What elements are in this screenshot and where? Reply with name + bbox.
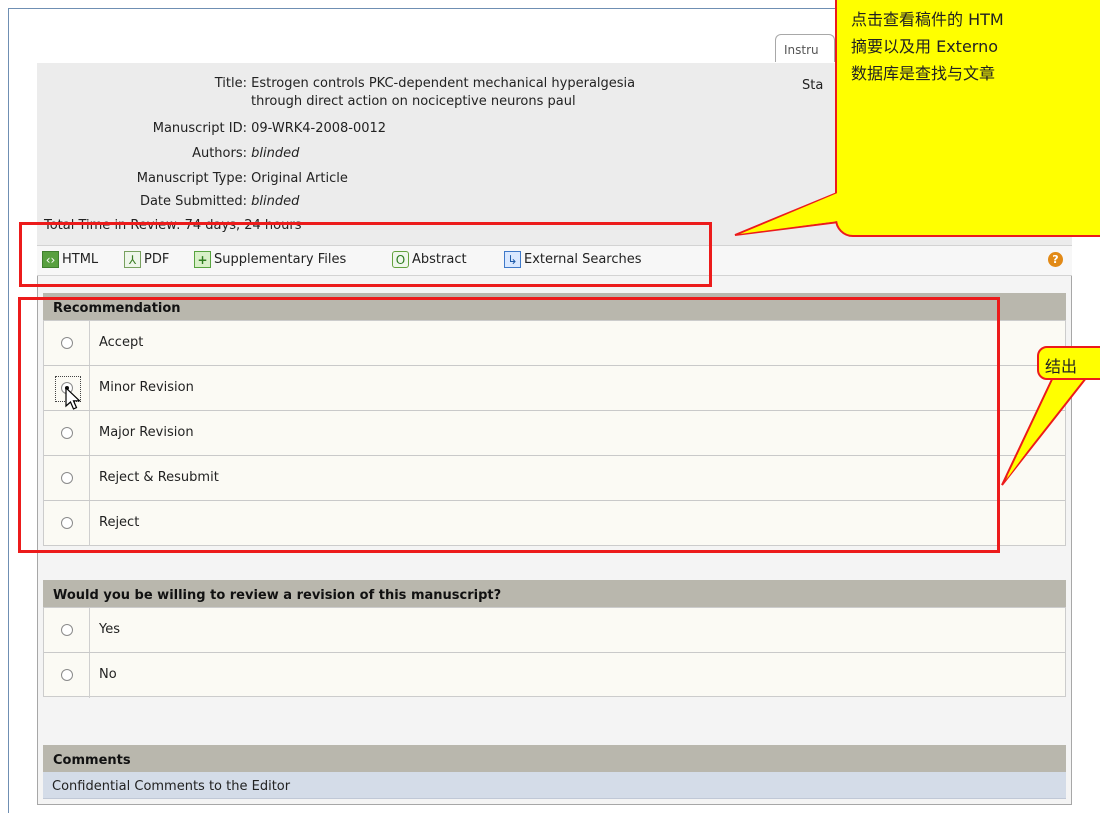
option-reject[interactable]: Reject xyxy=(44,501,1065,546)
title-label: Title: xyxy=(214,76,247,91)
option-no[interactable]: No xyxy=(44,653,1065,698)
option-label: Reject xyxy=(99,515,140,530)
title-value: Estrogen controls PKC-dependent mechanic… xyxy=(251,76,636,91)
option-reject-resubmit[interactable]: Reject & Resubmit xyxy=(44,456,1065,501)
radio-cell xyxy=(44,653,90,698)
option-label: Accept xyxy=(99,335,144,350)
manuscript-id-label: Manuscript ID: xyxy=(152,121,247,136)
pdf-icon: ⅄ xyxy=(124,251,141,268)
option-label: Reject & Resubmit xyxy=(99,470,219,485)
pdf-link[interactable]: ⅄ PDF xyxy=(124,251,169,268)
file-toolbar: ‹› HTML ⅄ PDF + Supplementary Files O Ab… xyxy=(37,245,1072,276)
manuscript-type-value: Original Article xyxy=(251,171,348,186)
radio-cell xyxy=(44,608,90,652)
radio-no[interactable] xyxy=(61,669,73,681)
radio-cell xyxy=(44,411,90,455)
authors-value: blinded xyxy=(251,146,300,161)
html-link-label: HTML xyxy=(62,252,99,267)
option-label: Yes xyxy=(99,622,120,637)
tab-instructions[interactable]: Instru xyxy=(775,34,835,62)
callout-line: 数据库是查找与文章 xyxy=(851,64,996,83)
radio-reject[interactable] xyxy=(61,517,73,529)
plus-icon: + xyxy=(194,251,211,268)
total-time-value: 74 days, 24 hours xyxy=(184,218,302,233)
radio-cell xyxy=(44,501,90,546)
radio-reject-resubmit[interactable] xyxy=(61,472,73,484)
total-time-row: Total Time in Review: 74 days, 24 hours xyxy=(44,218,301,233)
authors-label: Authors: xyxy=(192,146,247,161)
authors-row: Authors: blinded xyxy=(77,146,299,161)
willing-heading: Would you be willing to review a revisio… xyxy=(43,580,1066,607)
date-submitted-label: Date Submitted: xyxy=(139,194,247,209)
manuscript-id-row: Manuscript ID: 09-WRK4-2008-0012 xyxy=(77,121,386,136)
callout-line: 点击查看稿件的 HTM xyxy=(851,10,1004,29)
title-row-cont: through direct action on nociceptive neu… xyxy=(251,94,576,109)
status-label: Sta xyxy=(802,78,824,93)
abstract-link[interactable]: O Abstract xyxy=(392,251,467,268)
manuscript-type-row: Manuscript Type: Original Article xyxy=(77,171,348,186)
abstract-link-label: Abstract xyxy=(412,252,467,267)
radio-major-revision[interactable] xyxy=(61,427,73,439)
option-accept[interactable]: Accept xyxy=(44,321,1065,366)
external-searches-label: External Searches xyxy=(524,252,642,267)
callout-line: 摘要以及用 Externo xyxy=(851,37,999,56)
option-yes[interactable]: Yes xyxy=(44,608,1065,653)
recommendation-options: Accept Minor Revision Major Revision Rej… xyxy=(43,320,1066,546)
abstract-icon: O xyxy=(392,251,409,268)
html-icon: ‹› xyxy=(42,251,59,268)
manuscript-type-label: Manuscript Type: xyxy=(136,171,247,186)
supplementary-files-label: Supplementary Files xyxy=(214,252,347,267)
external-searches-link[interactable]: ↳ External Searches xyxy=(504,251,642,268)
annotation-callout-top: 点击查看稿件的 HTM 摘要以及用 Externo 数据库是查找与文章 xyxy=(835,0,1100,237)
radio-cell xyxy=(44,456,90,500)
willing-options: Yes No xyxy=(43,607,1066,698)
external-search-icon: ↳ xyxy=(504,251,521,268)
mouse-cursor-icon xyxy=(65,387,82,410)
option-label: Minor Revision xyxy=(99,380,194,395)
help-icon[interactable]: ? xyxy=(1048,252,1063,267)
pdf-link-label: PDF xyxy=(144,252,170,267)
manuscript-id-value: 09-WRK4-2008-0012 xyxy=(251,121,387,136)
supplementary-files-link[interactable]: + Supplementary Files xyxy=(194,251,346,268)
comments-heading: Comments xyxy=(43,745,1066,772)
radio-cell xyxy=(44,366,90,410)
title-row: Title: Estrogen controls PKC-dependent m… xyxy=(77,76,635,91)
date-submitted-row: Date Submitted: blinded xyxy=(77,194,299,209)
confidential-comments-heading: Confidential Comments to the Editor xyxy=(43,772,1066,799)
radio-cell xyxy=(44,321,90,365)
annotation-callout-right: 结出 xyxy=(1037,346,1100,380)
date-submitted-value: blinded xyxy=(251,194,300,209)
radio-yes[interactable] xyxy=(61,624,73,636)
option-label: No xyxy=(99,667,117,682)
title-value-cont: through direct action on nociceptive neu… xyxy=(251,94,576,109)
total-time-label: Total Time in Review: xyxy=(44,218,181,233)
option-label: Major Revision xyxy=(99,425,194,440)
option-major-revision[interactable]: Major Revision xyxy=(44,411,1065,456)
radio-accept[interactable] xyxy=(61,337,73,349)
option-minor-revision[interactable]: Minor Revision xyxy=(44,366,1065,411)
html-link[interactable]: ‹› HTML xyxy=(42,251,98,268)
recommendation-heading: Recommendation xyxy=(43,293,1066,320)
